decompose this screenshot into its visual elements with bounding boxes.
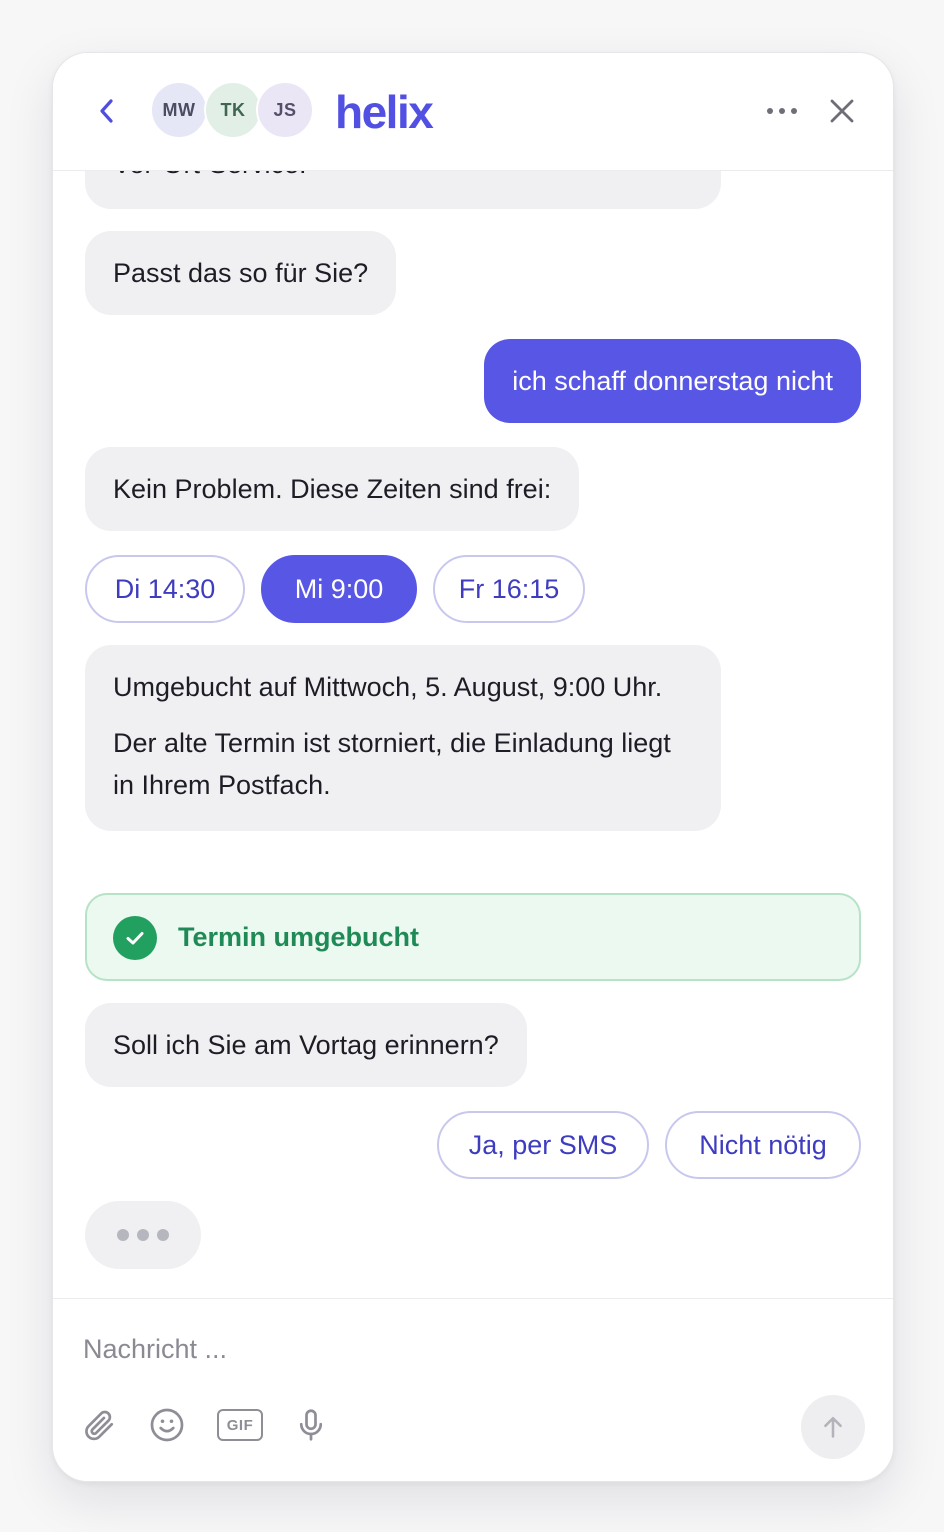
paperclip-icon [85,1410,114,1441]
reply-option-chip[interactable]: Ja, per SMS [437,1111,649,1179]
reply-option-label: Nicht nötig [699,1129,827,1160]
bot-message-text: Umgebucht auf Mittwoch, 5. August, 9:00 … [113,672,663,702]
more-options-button[interactable] [765,95,799,127]
reply-option-label: Ja, per SMS [468,1129,618,1160]
status-card: Termin umgebucht [85,893,861,981]
more-horizontal-icon [767,108,797,114]
bot-message: Soll ich Sie am Vortag erinnern? [85,1003,527,1087]
typing-dot [157,1229,169,1241]
composer: GIF [53,1298,893,1481]
typing-dot [137,1229,149,1241]
back-button[interactable] [91,93,123,129]
avatar: MW [150,81,208,139]
chat-header: MW TK JS helix [53,53,893,171]
emoji-button[interactable] [145,1403,189,1447]
typing-dot [117,1229,129,1241]
avatar: TK [204,81,262,139]
time-slot-chip[interactable]: Fr 16:15 [433,555,585,623]
smile-icon [150,1408,184,1442]
message-input[interactable] [83,1321,783,1377]
gif-label: GIF [226,1416,254,1434]
bot-message-text: Der alte Termin ist storniert, die Einla… [113,728,671,800]
time-slot-chip[interactable]: Di 14:30 [85,555,245,623]
bot-message: Kein Problem. Diese Zeiten sind frei: [85,447,580,531]
typing-indicator [85,1201,201,1269]
bot-message: Umgebucht auf Mittwoch, 5. August, 9:00 … [85,645,721,831]
voice-button[interactable] [289,1403,333,1447]
attach-button[interactable] [77,1403,121,1447]
bot-message-text: Kein Problem. Diese Zeiten sind frei: [113,474,552,504]
reply-option-chip[interactable]: Nicht nötig [665,1111,861,1179]
time-slot-label: Fr 16:15 [458,573,560,604]
bot-message-text: Soll ich Sie am Vortag erinnern? [113,1030,499,1060]
time-slot-label: Mi 9:00 [294,573,384,604]
user-message: ich schaff donnerstag nicht [484,339,861,423]
bot-message: Passt das so für Sie? [85,231,397,315]
send-button[interactable] [801,1395,865,1459]
bot-message-text: Passt das so für Sie? [113,258,369,288]
close-button[interactable] [825,93,859,129]
brand-logo: helix [335,86,434,138]
microphone-icon [299,1409,323,1441]
close-icon [830,99,854,123]
gif-icon: GIF [217,1409,263,1441]
user-message-text: ich schaff donnerstag nicht [512,366,833,396]
chevron-left-icon [100,99,113,123]
check-circle-icon [113,916,157,960]
chat-widget: Vor-Ort-Service. Passt das so für Sie? i… [52,52,894,1482]
gif-button[interactable]: GIF [215,1403,265,1447]
avatar: JS [256,81,314,139]
message-list: Vor-Ort-Service. Passt das so für Sie? i… [53,53,893,1298]
status-label: Termin umgebucht [178,922,420,952]
time-slot-chip-selected[interactable]: Mi 9:00 [261,555,417,623]
arrow-up-icon [824,1416,842,1438]
time-slot-label: Di 14:30 [114,573,216,604]
